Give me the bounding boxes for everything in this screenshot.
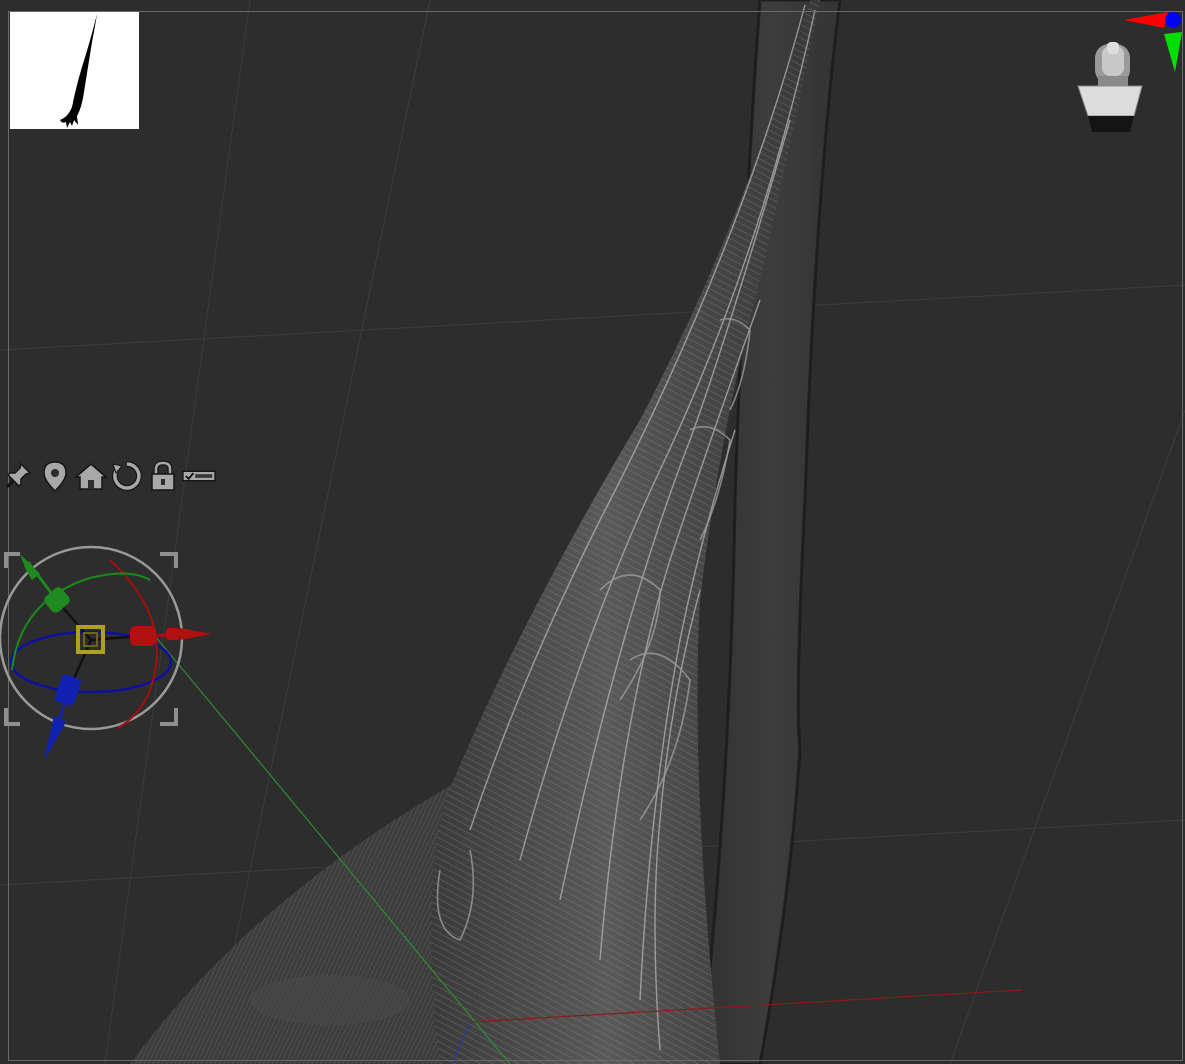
pin-button[interactable] (2, 459, 36, 493)
home-icon (74, 463, 108, 490)
lock-button[interactable] (146, 459, 180, 493)
checkbox-toggle-icon (182, 470, 216, 482)
lock-icon (151, 460, 175, 491)
y-axis-handle[interactable] (20, 554, 72, 615)
brush-thumbnail[interactable] (10, 12, 139, 129)
feather-silhouette-icon (60, 14, 97, 128)
y-rotation-ring (11, 572, 151, 671)
reset-icon (111, 461, 142, 491)
location-marker-icon (43, 461, 67, 492)
pin-icon (5, 462, 32, 489)
x-axis-handle[interactable] (130, 626, 212, 646)
axis-orientation-indicator[interactable] (1120, 8, 1185, 76)
transform-gizmo[interactable] (0, 540, 215, 765)
location-marker-button[interactable] (38, 459, 72, 493)
3d-viewport[interactable] (0, 0, 1185, 1064)
y-axis-triangle (1164, 32, 1182, 72)
checkbox-toggle-button[interactable] (182, 459, 216, 493)
z-axis-dot (1165, 12, 1181, 28)
sculpt-scene[interactable] (0, 0, 1185, 1064)
gizmo-toolbar (2, 458, 218, 494)
x-axis-triangle (1124, 12, 1168, 28)
home-button[interactable] (74, 459, 108, 493)
reset-button[interactable] (110, 459, 144, 493)
